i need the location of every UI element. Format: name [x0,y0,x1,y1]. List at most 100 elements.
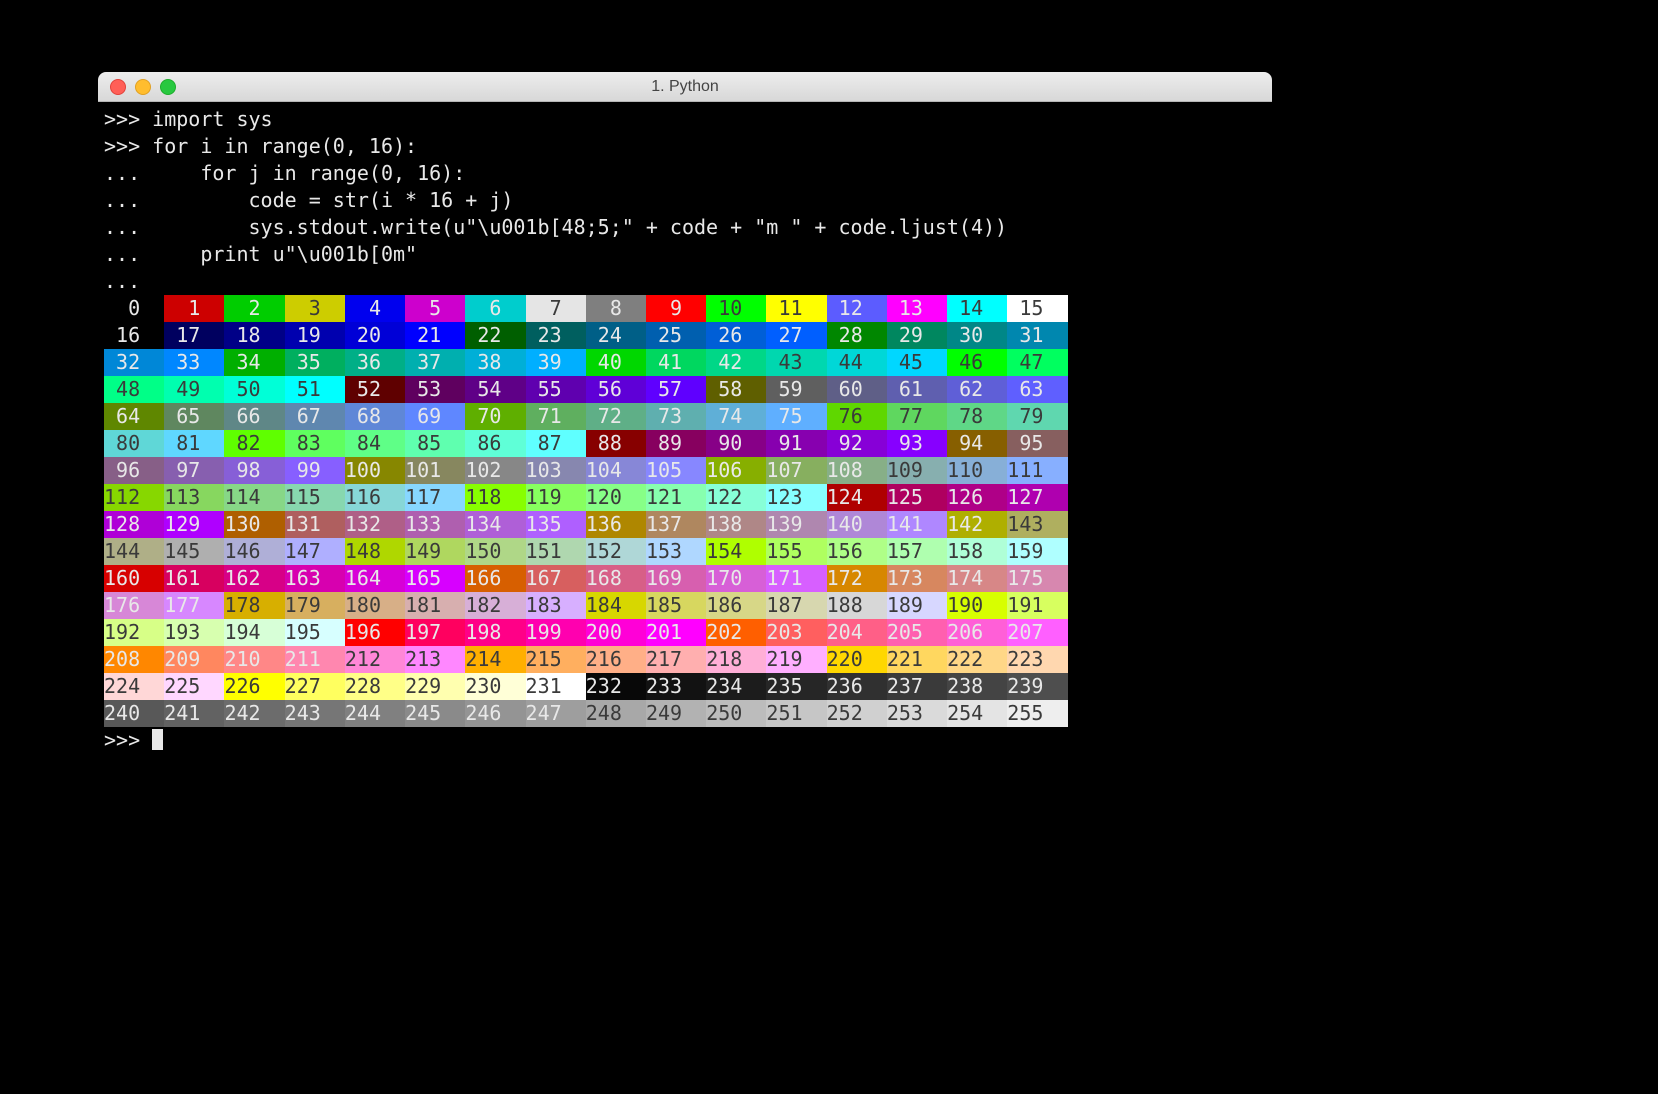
color-cell: 64 [104,403,164,430]
color-cell: 105 [646,457,706,484]
color-cell: 54 [465,376,525,403]
terminal-body[interactable]: >>> import sys>>> for i in range(0, 16):… [98,102,1272,794]
color-row: 128 129 130 131 132 133 134 135 136 137 … [104,511,1266,538]
prompt-text: >>> [104,728,152,752]
color-cell: 73 [646,403,706,430]
color-cell: 56 [586,376,646,403]
repl-prompt: >>> [104,727,1266,754]
color-cell: 80 [104,430,164,457]
color-cell: 186 [706,592,766,619]
color-cell: 140 [827,511,887,538]
color-cell: 117 [405,484,465,511]
color-cell: 112 [104,484,164,511]
color-cell: 179 [285,592,345,619]
color-cell: 144 [104,538,164,565]
color-cell: 142 [947,511,1007,538]
color-cell: 103 [526,457,586,484]
color-row: 160 161 162 163 164 165 166 167 168 169 … [104,565,1266,592]
color-cell: 235 [766,673,826,700]
window-titlebar[interactable]: 1. Python [98,72,1272,102]
color-cell: 169 [646,565,706,592]
color-cell: 4 [345,295,405,322]
color-cell: 21 [405,322,465,349]
color-cell: 29 [887,322,947,349]
color-cell: 94 [947,430,1007,457]
color-cell: 181 [405,592,465,619]
color-cell: 233 [646,673,706,700]
color-cell: 5 [405,295,465,322]
color-cell: 91 [766,430,826,457]
color-cell: 188 [827,592,887,619]
color-cell: 59 [766,376,826,403]
color-cell: 124 [827,484,887,511]
color-cell: 204 [827,619,887,646]
color-cell: 141 [887,511,947,538]
color-cell: 69 [405,403,465,430]
color-cell: 220 [827,646,887,673]
color-cell: 152 [586,538,646,565]
color-cell: 24 [586,322,646,349]
color-cell: 12 [827,295,887,322]
color-cell: 184 [586,592,646,619]
color-cell: 11 [766,295,826,322]
color-cell: 39 [526,349,586,376]
color-cell: 49 [164,376,224,403]
color-cell: 236 [827,673,887,700]
color-cell: 248 [586,700,646,727]
color-cell: 180 [345,592,405,619]
color-cell: 53 [405,376,465,403]
color-cell: 247 [526,700,586,727]
color-cell: 143 [1007,511,1067,538]
color-cell: 92 [827,430,887,457]
code-line: ... code = str(i * 16 + j) [104,187,1266,214]
color-cell: 214 [465,646,525,673]
color-cell: 52 [345,376,405,403]
minimize-icon[interactable] [135,79,151,95]
color-cell: 89 [646,430,706,457]
color-cell: 100 [345,457,405,484]
close-icon[interactable] [110,79,126,95]
color-cell: 18 [224,322,284,349]
color-cell: 135 [526,511,586,538]
color-cell: 202 [706,619,766,646]
color-cell: 242 [224,700,284,727]
terminal-window: 1. Python >>> import sys>>> for i in ran… [98,72,1272,794]
color-row: 0 1 2 3 4 5 6 7 8 9 10 11 12 13 14 15 [104,295,1266,322]
color-cell: 28 [827,322,887,349]
color-cell: 174 [947,565,1007,592]
color-cell: 187 [766,592,826,619]
color-cell: 138 [706,511,766,538]
color-cell: 221 [887,646,947,673]
color-cell: 209 [164,646,224,673]
color-cell: 106 [706,457,766,484]
color-cell: 254 [947,700,1007,727]
color-cell: 245 [405,700,465,727]
color-cell: 212 [345,646,405,673]
color-cell: 190 [947,592,1007,619]
color-cell: 31 [1007,322,1067,349]
color-cell: 26 [706,322,766,349]
color-cell: 20 [345,322,405,349]
color-cell: 102 [465,457,525,484]
color-cell: 3 [285,295,345,322]
color-cell: 67 [285,403,345,430]
color-cell: 228 [345,673,405,700]
color-cell: 196 [345,619,405,646]
color-row: 112 113 114 115 116 117 118 119 120 121 … [104,484,1266,511]
color-cell: 166 [465,565,525,592]
code-line: ... sys.stdout.write(u"\u001b[48;5;" + c… [104,214,1266,241]
color-cell: 63 [1007,376,1067,403]
color-cell: 71 [526,403,586,430]
color-cell: 88 [586,430,646,457]
color-cell: 239 [1007,673,1067,700]
color-cell: 42 [706,349,766,376]
color-cell: 35 [285,349,345,376]
color-cell: 145 [164,538,224,565]
color-cell: 101 [405,457,465,484]
zoom-icon[interactable] [160,79,176,95]
color-cell: 232 [586,673,646,700]
color-cell: 90 [706,430,766,457]
color-cell: 87 [526,430,586,457]
color-cell: 165 [405,565,465,592]
color-cell: 60 [827,376,887,403]
